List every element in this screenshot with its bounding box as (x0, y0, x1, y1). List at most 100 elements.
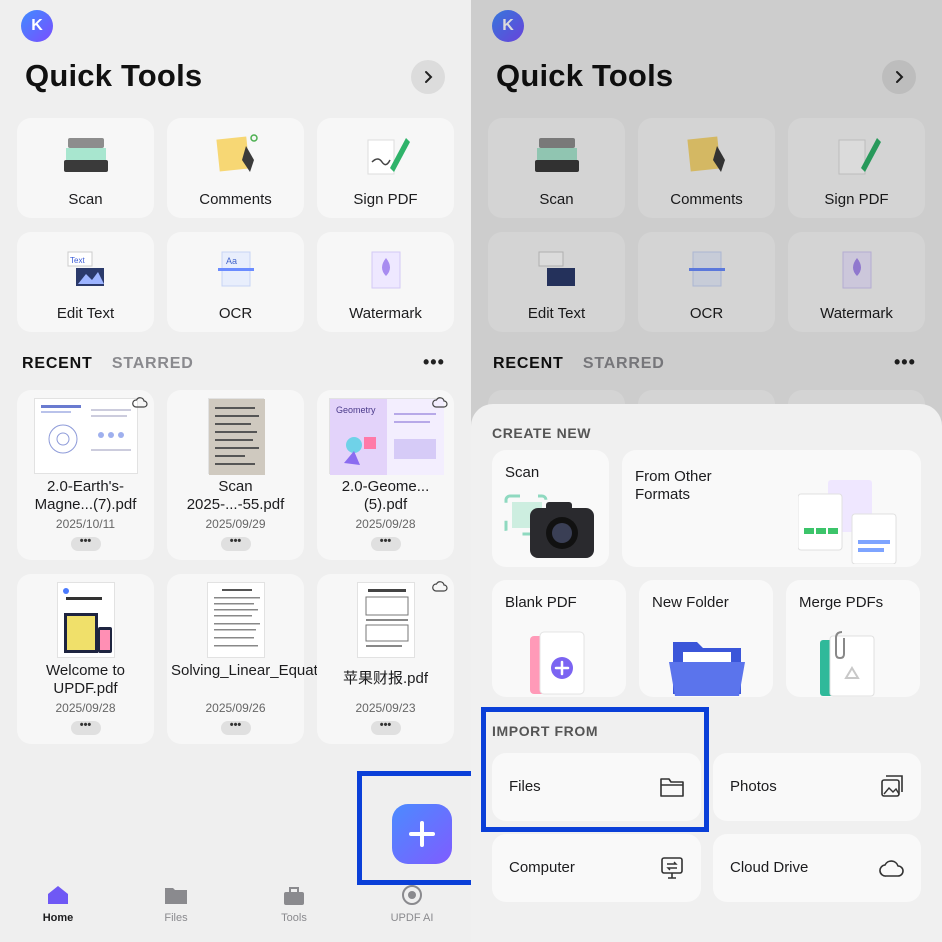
new-folder-button[interactable]: New Folder (639, 580, 773, 697)
file-date: 2025/09/29 (205, 517, 266, 531)
nav-tools[interactable]: Tools (254, 884, 334, 924)
edit-text-thumb-label: Text (70, 256, 85, 265)
file-date: 2025/09/28 (355, 517, 416, 531)
file-thumbnail (356, 582, 415, 658)
tool-scan[interactable]: Scan (17, 118, 154, 218)
scanner-icon (63, 138, 108, 172)
file-name: 2.0-Geome...(5).pdf (341, 478, 430, 513)
create-sheet: CREATE NEW Scan From Other Formats Blank… (471, 404, 942, 942)
nav-label: Tools (281, 912, 307, 924)
thumbnail-title: Geometry (336, 405, 376, 415)
file-thumbnail: Geometry (328, 398, 444, 475)
file-date: 2025/09/28 (55, 701, 116, 715)
watermark-icon (371, 251, 400, 289)
tool-edit-text[interactable]: Text Edit Text (17, 232, 154, 332)
photos-icon (881, 775, 903, 797)
file-more-button[interactable]: ••• (370, 536, 401, 551)
file-more-button[interactable]: ••• (220, 720, 251, 735)
from-other-formats-button[interactable]: From Other Formats (622, 450, 921, 567)
nav-label: Home (42, 912, 74, 924)
geometry-thumbnail-icon: Geometry (329, 399, 444, 475)
folder-icon (165, 888, 187, 904)
edit-text-icon: Text (67, 251, 104, 286)
merge-icon (820, 631, 875, 697)
chevron-right-icon (425, 71, 433, 83)
plus-icon (409, 821, 435, 847)
scan-thumbnail-icon (208, 399, 265, 475)
import-computer-button[interactable]: Computer (492, 834, 701, 902)
create-label: New Folder (652, 594, 729, 611)
tool-sign-pdf[interactable]: Sign PDF (317, 118, 454, 218)
add-button[interactable] (392, 804, 452, 864)
ocr-icon: Aa (217, 251, 254, 287)
report-thumbnail-icon (365, 589, 408, 647)
bottom-nav: Home Files Tools UPDF AI (0, 876, 471, 942)
home-icon (48, 886, 68, 904)
ai-icon (402, 885, 422, 905)
tool-label: OCR (218, 305, 253, 322)
tab-recent[interactable]: RECENT (22, 355, 93, 372)
tool-label: Sign PDF (353, 191, 418, 208)
tool-label: Scan (68, 191, 103, 208)
file-card[interactable]: Geometry 2.0-Geome...(5).pdf 2025/09/28 … (317, 390, 454, 560)
file-card[interactable]: 2.0-Earth's-Magne...(7).pdf 2025/10/11 •… (17, 390, 154, 560)
tool-ocr[interactable]: Aa OCR (167, 232, 304, 332)
cloud-icon (432, 581, 448, 592)
home-screen: K Quick Tools Scan Comments Sign PDF Tex… (0, 0, 471, 942)
ocr-thumb-label: Aa (226, 256, 237, 266)
import-label: Photos (730, 778, 777, 795)
file-card[interactable]: Welcome to UPDF.pdf 2025/09/28 ••• (17, 574, 154, 744)
file-thumbnail (33, 398, 138, 474)
create-label: Merge PDFs (799, 594, 884, 611)
create-label: From Other Formats (635, 468, 712, 503)
create-label: Scan (505, 464, 540, 481)
file-thumbnail (206, 582, 265, 658)
create-new-title: CREATE NEW (492, 425, 592, 441)
file-thumbnail (207, 398, 265, 475)
tab-starred[interactable]: STARRED (112, 355, 194, 372)
file-name: Solving_Linear_Equations.pdf (171, 662, 371, 679)
cloud-icon (879, 860, 904, 877)
file-more-button[interactable]: ••• (70, 536, 101, 551)
cloud-icon (432, 397, 448, 408)
file-name: 苹果财报.pdf (342, 670, 429, 687)
tool-watermark[interactable]: Watermark (317, 232, 454, 332)
file-name: Scan 2025-...-55.pdf (186, 478, 285, 513)
highlight-box (481, 707, 709, 832)
page-title: Quick Tools (25, 58, 203, 93)
create-sheet-screen: K Quick Tools Scan Comments Sign PDF Edi… (471, 0, 942, 942)
recent-more-button[interactable]: ••• (423, 352, 445, 373)
welcome-thumbnail-icon (62, 588, 112, 653)
merge-pdfs-button[interactable]: Merge PDFs (786, 580, 920, 697)
tool-comments[interactable]: Comments (167, 118, 304, 218)
file-card[interactable]: Scan 2025-...-55.pdf 2025/09/29 ••• (167, 390, 304, 560)
avatar[interactable]: K (21, 10, 53, 42)
equations-thumbnail-icon (213, 589, 260, 647)
tool-label: Watermark (349, 305, 422, 322)
blank-pdf-button[interactable]: Blank PDF (492, 580, 626, 697)
file-name: Welcome to UPDF.pdf (46, 662, 125, 697)
file-card[interactable]: 苹果财报.pdf 2025/09/23 ••• (317, 574, 454, 744)
import-cloud-drive-button[interactable]: Cloud Drive (713, 834, 921, 902)
nav-home[interactable]: Home (18, 884, 98, 924)
nav-files[interactable]: Files (136, 884, 216, 924)
file-date: 2025/09/26 (205, 701, 266, 715)
create-scan-button[interactable]: Scan (492, 450, 609, 567)
quick-tools-more-button[interactable] (411, 60, 445, 94)
file-thumbnail (56, 582, 115, 658)
folder-icon (669, 642, 745, 696)
file-more-button[interactable]: ••• (220, 536, 251, 551)
signature-pen-icon (367, 138, 410, 175)
sticky-note-icon (215, 134, 258, 172)
file-date: 2025/10/11 (55, 517, 116, 531)
nav-updf-ai[interactable]: UPDF AI (372, 884, 452, 924)
import-label: Computer (509, 859, 575, 876)
file-more-button[interactable]: ••• (70, 720, 101, 735)
blank-pdf-icon (530, 631, 585, 695)
create-label: Blank PDF (505, 594, 577, 611)
file-name: 2.0-Earth's-Magne...(7).pdf (34, 478, 137, 513)
file-more-button[interactable]: ••• (370, 720, 401, 735)
import-photos-button[interactable]: Photos (713, 753, 921, 821)
file-card[interactable]: Solving_Linear_Equations.pdf 2025/09/26 … (167, 574, 371, 744)
import-label: Cloud Drive (730, 859, 809, 876)
